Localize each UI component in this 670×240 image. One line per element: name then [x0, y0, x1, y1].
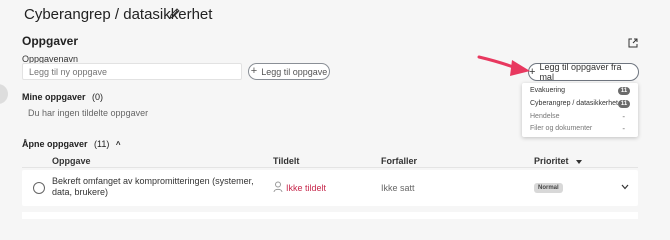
table-row[interactable]: Bekreft omfanget av kompromitteringen (s…	[22, 170, 638, 206]
priority-badge: Normal	[534, 183, 563, 193]
add-task-label: Legg til oppgave	[261, 66, 328, 77]
add-task-button[interactable]: + Legg til oppgave	[248, 63, 330, 80]
column-header-priority[interactable]: Prioritet	[534, 156, 583, 166]
due-date: Ikke satt	[381, 183, 415, 193]
template-item-label: Evakuering	[530, 87, 566, 94]
template-item-label: Cyberangrep / datasikkerhet	[530, 100, 618, 107]
column-header-task: Oppgave	[52, 156, 91, 166]
priority-header-label: Prioritet	[534, 156, 569, 166]
table-divider	[22, 167, 638, 168]
template-item-label: Filer og dokumenter	[530, 125, 593, 132]
assignee-link[interactable]: Ikke tildelt	[286, 183, 326, 193]
my-tasks-title: Mine oppgaver	[22, 92, 86, 102]
add-from-template-label: Legg til oppgaver fra mal	[539, 62, 622, 82]
top-bar: Cyberangrep / datasikkerhet	[0, 0, 670, 28]
table-row-partial	[22, 212, 638, 219]
template-count-empty: -	[622, 112, 625, 121]
sort-desc-icon	[576, 159, 583, 164]
task-title: Bekreft omfanget av kompromitteringen (s…	[52, 176, 254, 197]
template-item-filer[interactable]: Filer og dokumenter	[530, 125, 592, 132]
chevron-down-icon[interactable]	[620, 182, 630, 192]
template-item-evakuering[interactable]: Evakuering	[530, 87, 565, 94]
template-dropdown-menu: Evakuering 11 Cyberangrep / datasikkerhe…	[522, 83, 638, 137]
template-item-hendelse[interactable]: Hendelse	[530, 113, 560, 120]
pencil-icon[interactable]	[168, 7, 181, 20]
column-header-assigned: Tildelt	[273, 156, 300, 166]
template-count-empty: -	[622, 124, 625, 133]
my-tasks-empty-text: Du har ingen tildelte oppgaver	[28, 108, 149, 118]
user-icon	[273, 181, 283, 193]
tasks-section-title: Oppgaver	[22, 34, 79, 48]
open-tasks-title: Åpne oppgaver	[22, 139, 88, 149]
open-tasks-toggle[interactable]: Åpne oppgaver (11) ^	[22, 139, 121, 149]
open-tasks-count: (11)	[94, 139, 110, 149]
side-handle[interactable]	[0, 84, 8, 104]
plus-icon: +	[250, 65, 258, 77]
my-tasks-count: (0)	[92, 92, 104, 102]
template-item-cyberangrep[interactable]: Cyberangrep / datasikkerhet	[530, 100, 618, 107]
template-count-badge: 11	[618, 87, 630, 95]
add-from-template-button[interactable]: + Legg til oppgaver fra mal	[528, 62, 639, 82]
external-link-icon[interactable]	[628, 38, 638, 48]
template-item-label: Hendelse	[530, 113, 560, 120]
complete-task-checkbox[interactable]	[33, 182, 45, 194]
page-title: Cyberangrep / datasikkerhet	[24, 6, 213, 23]
my-tasks-heading: Mine oppgaver (0)	[22, 92, 103, 102]
task-name-input[interactable]	[22, 63, 242, 80]
annotation-arrow-icon	[477, 55, 530, 76]
column-header-due: Forfaller	[381, 156, 418, 166]
chevron-up-icon: ^	[115, 140, 121, 149]
template-count-badge: 11	[618, 100, 630, 108]
